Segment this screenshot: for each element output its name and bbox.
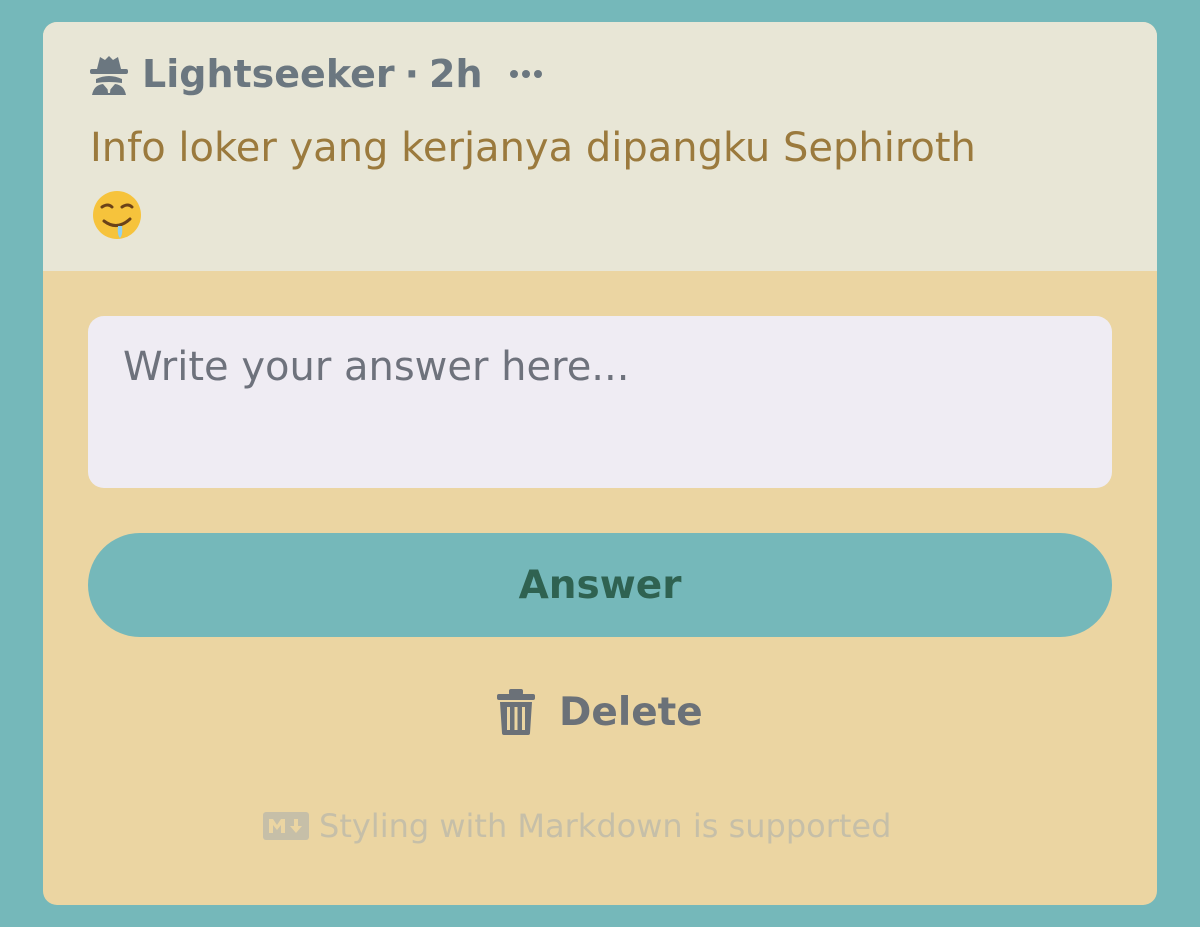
delete-button[interactable]: Delete (495, 682, 703, 742)
question-card: Lightseeker · 2h Info loker yang kerjany… (43, 22, 1157, 905)
markdown-icon (263, 812, 309, 840)
meta-separator: · (404, 52, 420, 96)
markdown-note: Styling with Markdown is supported (263, 807, 891, 845)
post-meta: Lightseeker · 2h (88, 50, 543, 98)
question-text: Info loker yang kerjanya dipangku Sephir… (90, 125, 976, 171)
markdown-note-text: Styling with Markdown is supported (319, 807, 892, 845)
delete-label: Delete (559, 689, 703, 735)
post-time: 2h (429, 52, 483, 96)
author-name[interactable]: Lightseeker (142, 52, 395, 96)
more-options-icon[interactable] (509, 69, 543, 79)
answer-button[interactable]: Answer (88, 533, 1112, 637)
trash-icon (495, 688, 537, 736)
drooling-face-icon (90, 189, 146, 241)
anonymous-spy-icon (88, 53, 130, 95)
question-header: Lightseeker · 2h Info loker yang kerjany… (43, 22, 1157, 271)
answer-input[interactable] (88, 316, 1112, 488)
